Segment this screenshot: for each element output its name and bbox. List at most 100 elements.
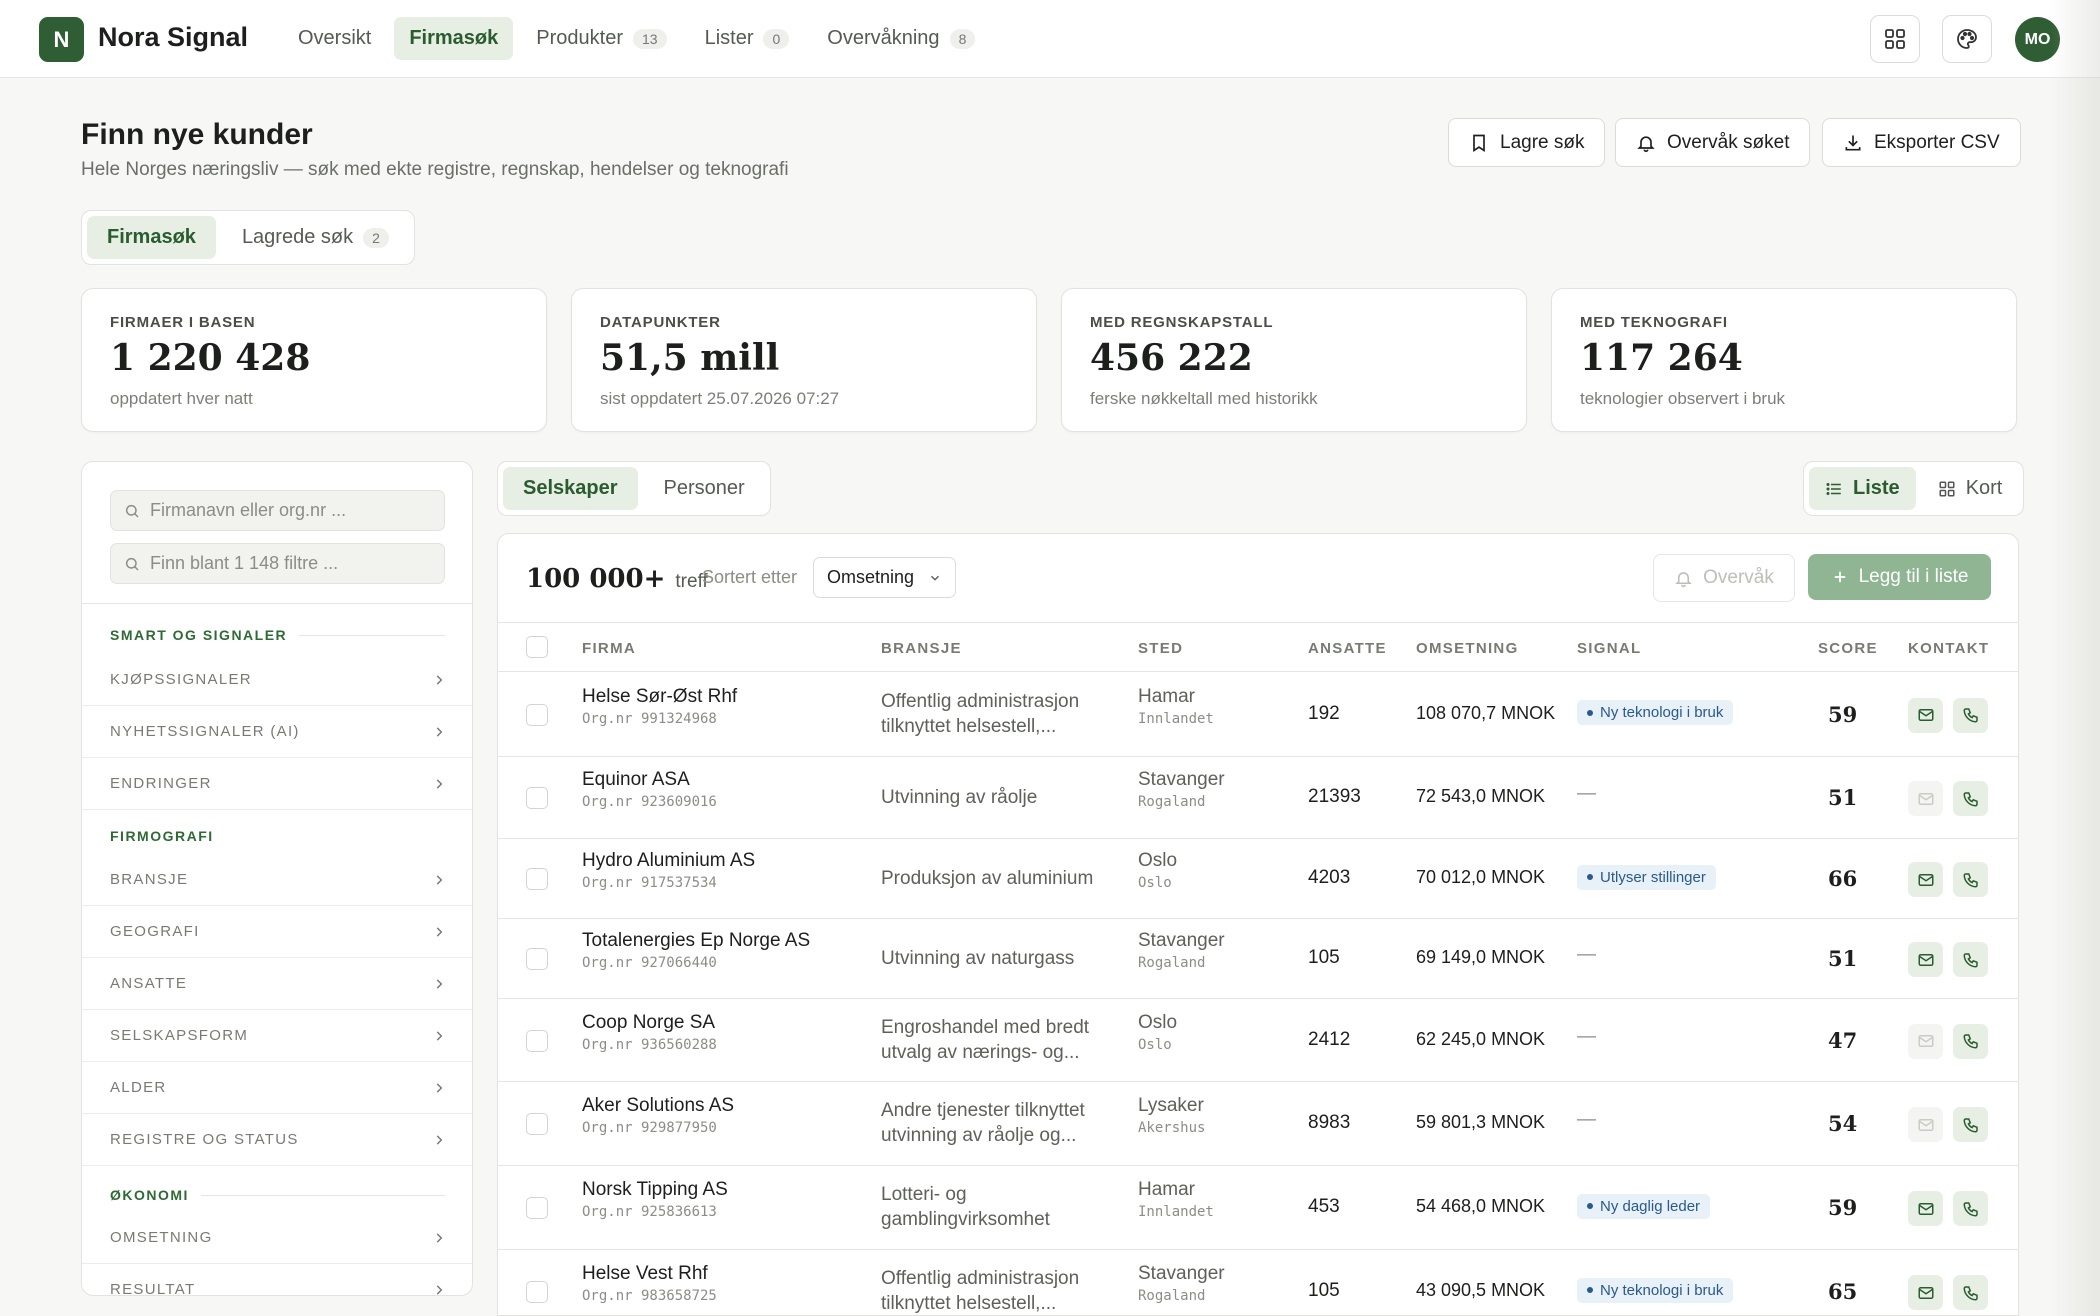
watch-selected-button[interactable]: Overvåk bbox=[1653, 554, 1795, 602]
city-text: Stavanger bbox=[1138, 930, 1225, 951]
signal-cell: — bbox=[1577, 783, 1596, 805]
email-button[interactable] bbox=[1908, 1275, 1943, 1310]
add-to-list-button[interactable]: Legg til i liste bbox=[1808, 554, 1991, 600]
table-row[interactable]: Helse Vest Rhf Org.nr 983658725 Offentlig … bbox=[498, 1250, 2018, 1315]
select-all-checkbox[interactable] bbox=[526, 636, 548, 658]
palette-icon bbox=[1957, 29, 1977, 49]
column-header-firma[interactable]: FIRMA bbox=[582, 640, 636, 657]
row-checkbox[interactable] bbox=[526, 1281, 548, 1303]
sort-select[interactable]: Omsetning bbox=[813, 557, 957, 598]
company-name-link[interactable]: Hydro Aluminium AS bbox=[582, 850, 755, 872]
phone-button[interactable] bbox=[1953, 1275, 1988, 1310]
company-name-link[interactable]: Norsk Tipping AS bbox=[582, 1179, 728, 1201]
email-button[interactable] bbox=[1908, 781, 1943, 816]
tab-personer[interactable]: Personer bbox=[644, 467, 765, 510]
filter-kjopssignaler[interactable]: KJØPSSIGNALER bbox=[82, 654, 472, 706]
filter-nyhetssignaler[interactable]: NYHETSSIGNALER (AI) bbox=[82, 706, 472, 758]
email-button[interactable] bbox=[1908, 1107, 1943, 1142]
view-list-button[interactable]: Liste bbox=[1809, 467, 1916, 510]
filter-ansatte[interactable]: ANSATTE bbox=[82, 958, 472, 1010]
row-checkbox[interactable] bbox=[526, 703, 548, 726]
employees-value: 105 bbox=[1308, 1280, 1340, 1301]
table-row[interactable]: Helse Sør-Øst Rhf Org.nr 991324968 Offentl… bbox=[498, 672, 2018, 757]
filter-selskapsform[interactable]: SELSKAPSFORM bbox=[82, 1010, 472, 1062]
filter-resultat[interactable]: RESULTAT bbox=[82, 1264, 472, 1295]
row-checkbox[interactable] bbox=[526, 868, 548, 890]
email-button[interactable] bbox=[1908, 862, 1943, 897]
save-search-button[interactable]: Lagre søk bbox=[1448, 118, 1606, 167]
nav-label: Oversikt bbox=[298, 27, 372, 49]
phone-button[interactable] bbox=[1953, 862, 1988, 897]
nav-count-badge: 0 bbox=[763, 28, 790, 49]
company-name-link[interactable]: Coop Norge SA bbox=[582, 1012, 717, 1034]
view-cards-button[interactable]: Kort bbox=[1922, 467, 2019, 510]
city-text: Stavanger bbox=[1138, 1263, 1225, 1284]
phone-button[interactable] bbox=[1953, 1023, 1988, 1059]
column-header-signal[interactable]: SIGNAL bbox=[1577, 640, 1641, 657]
filter-omsetning[interactable]: OMSETNING bbox=[82, 1212, 472, 1264]
column-header-ansatte[interactable]: ANSATTE bbox=[1308, 640, 1387, 657]
table-row[interactable]: Coop Norge SA Org.nr 936560288 Engroshande… bbox=[498, 999, 2018, 1082]
export-csv-button[interactable]: Eksporter CSV bbox=[1822, 118, 2021, 167]
user-avatar[interactable]: MO bbox=[2015, 17, 2060, 62]
filter-geografi[interactable]: GEOGRAFI bbox=[82, 906, 472, 958]
theme-button[interactable] bbox=[1942, 15, 1992, 63]
table-row[interactable]: Totalenergies Ep Norge AS Org.nr 92706644… bbox=[498, 919, 2018, 999]
phone-button[interactable] bbox=[1953, 1107, 1988, 1142]
watch-search-button[interactable]: Overvåk søket bbox=[1615, 118, 1811, 167]
tab-selskaper[interactable]: Selskaper bbox=[503, 467, 638, 510]
company-name-link[interactable]: Equinor ASA bbox=[582, 769, 717, 791]
table-row[interactable]: Hydro Aluminium AS Org.nr 917537534 Produk… bbox=[498, 839, 2018, 919]
column-header-bransje[interactable]: BRANSJE bbox=[881, 640, 962, 657]
row-checkbox[interactable] bbox=[526, 1113, 548, 1135]
filter-alder[interactable]: ALDER bbox=[82, 1062, 472, 1114]
column-header-score[interactable]: SCORE bbox=[1818, 640, 1878, 657]
nav-lister[interactable]: Lister 0 bbox=[690, 17, 805, 60]
nav-oversikt[interactable]: Oversikt bbox=[283, 17, 386, 60]
phone-button[interactable] bbox=[1953, 781, 1988, 816]
employees-value: 8983 bbox=[1308, 1112, 1351, 1133]
row-checkbox[interactable] bbox=[526, 787, 548, 809]
company-name-link[interactable]: Totalenergies Ep Norge AS bbox=[582, 930, 810, 952]
nav-firmasok[interactable]: Firmasøk bbox=[394, 17, 514, 60]
column-header-sted[interactable]: STED bbox=[1138, 640, 1183, 657]
table-row[interactable]: Equinor ASA Org.nr 923609016 Utvinning av … bbox=[498, 757, 2018, 839]
row-checkbox[interactable] bbox=[526, 1197, 548, 1219]
row-checkbox[interactable] bbox=[526, 948, 548, 970]
filter-search-input[interactable]: Finn blant 1 148 filtre ... bbox=[110, 543, 445, 584]
filter-registre-status[interactable]: REGISTRE OG STATUS bbox=[82, 1114, 472, 1166]
phone-button[interactable] bbox=[1953, 697, 1988, 733]
email-button[interactable] bbox=[1908, 1023, 1943, 1059]
table-row[interactable]: Norsk Tipping AS Org.nr 925836613 Lotteri-… bbox=[498, 1166, 2018, 1250]
column-header-kontakt[interactable]: KONTAKT bbox=[1908, 640, 1989, 657]
nav-produkter[interactable]: Produkter 13 bbox=[521, 17, 681, 60]
tab-firmasok[interactable]: Firmasøk bbox=[87, 216, 216, 259]
app-logo[interactable]: N bbox=[39, 17, 84, 62]
company-name-link[interactable]: Aker Solutions AS bbox=[582, 1095, 734, 1117]
filter-bransje[interactable]: BRANSJE bbox=[82, 854, 472, 906]
column-header-omsetning[interactable]: OMSETNING bbox=[1416, 640, 1519, 657]
company-name-link[interactable]: Helse Sør-Øst Rhf bbox=[582, 686, 737, 708]
email-button[interactable] bbox=[1908, 697, 1943, 733]
phone-button[interactable] bbox=[1953, 1191, 1988, 1226]
company-name-link[interactable]: Helse Vest Rhf bbox=[582, 1263, 717, 1285]
row-checkbox[interactable] bbox=[526, 1029, 548, 1052]
filter-endringer[interactable]: ENDRINGER bbox=[82, 758, 472, 810]
signal-empty: — bbox=[1577, 1109, 1596, 1130]
org-number: Org.nr 983658725 bbox=[582, 1288, 717, 1304]
company-search-input[interactable]: Firmanavn eller org.nr ... bbox=[110, 490, 445, 531]
apps-grid-button[interactable] bbox=[1870, 15, 1920, 63]
email-button[interactable] bbox=[1908, 942, 1943, 977]
signal-cell: — bbox=[1577, 944, 1596, 966]
tab-lagrede-sok[interactable]: Lagrede søk 2 bbox=[222, 216, 409, 259]
phone-icon bbox=[1962, 952, 1978, 968]
hit-number: 100 000+ bbox=[526, 564, 666, 594]
phone-button[interactable] bbox=[1953, 942, 1988, 977]
section-okonomi: ØKONOMI bbox=[110, 1187, 445, 1203]
nav-overvakning[interactable]: Overvåkning 8 bbox=[812, 17, 990, 60]
email-button[interactable] bbox=[1908, 1191, 1943, 1226]
revenue-value: 54 468,0 MNOK bbox=[1416, 1196, 1546, 1216]
table-row[interactable]: Aker Solutions AS Org.nr 929877950 Andre t… bbox=[498, 1082, 2018, 1166]
revenue-value: 59 801,3 MNOK bbox=[1416, 1112, 1546, 1132]
signal-cell: Utlyser stillinger bbox=[1577, 864, 1716, 890]
